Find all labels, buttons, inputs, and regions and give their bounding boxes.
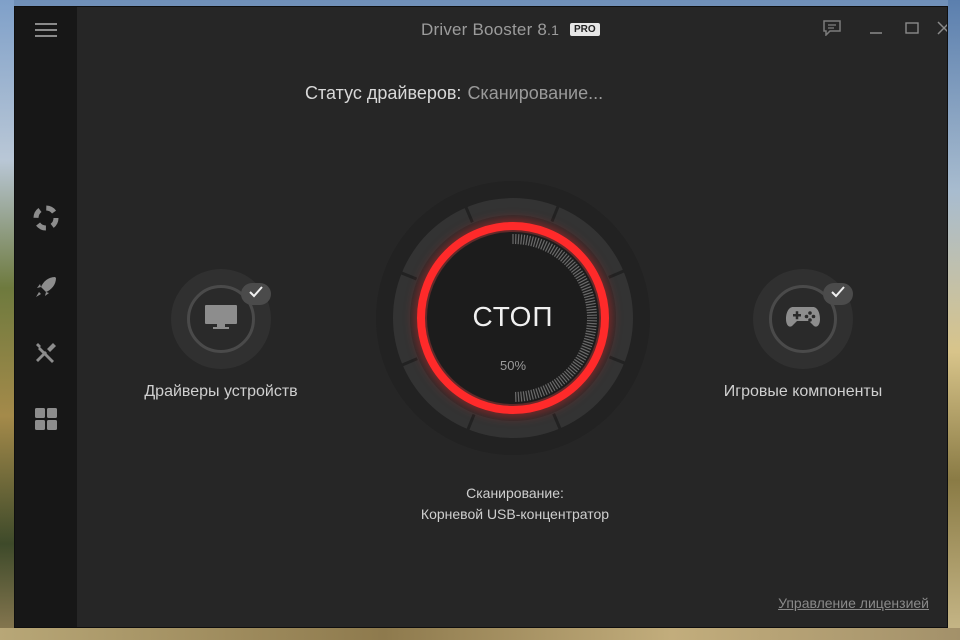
app-title-text: Driver Booster 8 [421,20,548,39]
device-drivers-label: Драйверы устройств [144,383,298,400]
app-title: Driver Booster 8.1 [421,20,559,40]
minimize-icon [869,21,883,40]
device-drivers-module[interactable] [171,269,271,369]
app-version-suffix: .1 [547,22,560,38]
sidebar-item-boost[interactable] [27,270,65,308]
feedback-icon [823,19,841,41]
stop-button[interactable]: СТОП [375,301,651,333]
maximize-button[interactable] [901,19,923,41]
tools-icon [33,340,59,371]
pro-badge: PRO [570,23,600,36]
game-components-label: Игровые компоненты [723,383,883,400]
close-button[interactable] [933,19,947,41]
desktop-wallpaper-left [0,0,14,640]
scan-caption-title: Сканирование: [466,485,564,501]
manage-license-link[interactable]: Управление лицензией [778,595,929,611]
title-bar: Driver Booster 8.1 PRO [77,7,947,51]
status-value: Сканирование... [467,83,604,103]
device-drivers-check-badge [241,283,271,305]
progress-tick [517,234,520,245]
feedback-button[interactable] [821,19,843,41]
maximize-icon [905,21,919,40]
menu-icon [35,22,57,43]
driver-status: Статус драйверов: Сканирование... [305,83,603,104]
desktop-wallpaper-right [948,0,960,640]
sidebar-item-action-center[interactable] [27,201,65,239]
monitor-icon [204,304,238,335]
minimize-button[interactable] [865,19,887,41]
menu-button[interactable] [27,13,65,51]
desktop-wallpaper-bottom [0,628,960,640]
scan-progress-percent: 50% [499,358,527,373]
progress-tick [517,391,520,402]
apps-grid-icon [34,407,58,436]
scan-dial: СТОП 50% [375,180,651,456]
scan-caption: Сканирование: Корневой USB-концентратор [365,483,665,525]
sidebar-item-tools[interactable] [27,336,65,374]
rocket-icon [33,274,59,305]
game-components-module[interactable] [753,269,853,369]
checkmark-icon [249,285,263,303]
checkmark-icon [831,285,845,303]
app-window: Driver Booster 8.1 PRO Статус драйверов:… [14,6,948,628]
gamepad-icon [785,304,821,335]
close-icon [937,20,947,40]
scan-caption-device: Корневой USB-концентратор [420,506,610,522]
game-components-check-badge [823,283,853,305]
sidebar-item-apps[interactable] [27,402,65,440]
lifebuoy-icon [33,205,59,236]
status-label: Статус драйверов: [305,83,462,103]
sidebar [15,7,77,627]
